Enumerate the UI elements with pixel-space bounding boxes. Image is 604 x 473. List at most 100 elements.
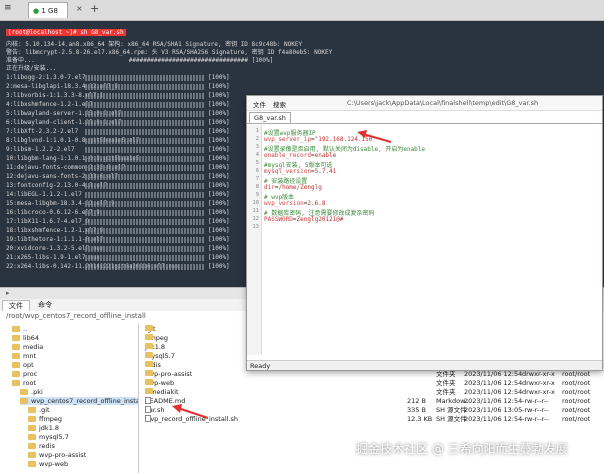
file-perm: drwxr-xr-x <box>522 370 555 378</box>
progress-bar <box>85 264 205 270</box>
folder-icon <box>12 335 20 341</box>
tree-item[interactable]: jdk1.8 <box>28 424 59 432</box>
tab-commands[interactable]: 命令 <box>32 300 58 310</box>
watermark: 掘金技术社区 @ 三希向阳而生蔓勃发展 <box>356 442 568 456</box>
file-perm: drwxr-xr-x <box>522 379 555 387</box>
line-number: 5 <box>255 160 259 166</box>
progress-bar <box>85 111 205 117</box>
folder-icon <box>145 361 153 367</box>
folder-icon <box>28 443 36 449</box>
file-type: 文件夹 <box>436 388 456 396</box>
file-name: wvp-pro-assist <box>145 370 192 379</box>
progress-percent: [100%] <box>208 254 230 261</box>
progress-bar <box>85 201 205 207</box>
expand-icon[interactable]: ▸ <box>6 289 10 297</box>
tree-item[interactable]: .. <box>12 325 27 333</box>
line-number: 8 <box>255 184 259 190</box>
progress-percent: [100%] <box>208 128 230 135</box>
code-value: enable <box>314 152 337 159</box>
folder-icon <box>28 452 36 458</box>
terminal-line: 警告: libmcrypt-2.5.8-26.el7.x86_64.rpm: 头… <box>6 49 333 56</box>
file-icon <box>145 397 151 404</box>
file-name: ffmpeg <box>145 334 168 343</box>
tree-item[interactable]: opt <box>12 361 34 369</box>
progress-percent: [100%] <box>208 245 230 252</box>
file-perm: -rw-r--r-- <box>522 406 549 414</box>
tree-item[interactable]: proc <box>12 370 37 378</box>
line-number: 12 <box>252 216 259 222</box>
tree-item[interactable]: .git <box>28 406 50 414</box>
tree-item[interactable]: .pki <box>20 388 43 396</box>
tree-item[interactable]: lib64 <box>12 334 39 342</box>
tree-item-label: wvp_centos7_record_offline_install <box>31 397 139 405</box>
file-row[interactable]: zlmediakit 文件夹 2023/11/06 12:54 drwxr-xr-x r… <box>139 388 604 397</box>
progress-percent: [100%] <box>208 209 230 216</box>
progress-percent: [100%] <box>208 83 230 90</box>
tab-files[interactable]: 文件 <box>2 300 30 311</box>
progress-bar <box>85 75 205 81</box>
tree-item[interactable]: ffmpeg <box>28 415 62 423</box>
progress-bar <box>85 147 205 153</box>
line-number: 1 <box>255 128 259 134</box>
file-name: .git <box>145 325 156 334</box>
directory-tree[interactable]: .. lib64 media mnt opt proc root .pki wvp_centos… <box>0 323 139 473</box>
folder-icon <box>145 343 153 349</box>
terminal-line: 正在升级/安装... <box>6 65 57 72</box>
tree-item[interactable]: root <box>12 379 36 387</box>
progress-percent: [100%] <box>208 173 230 180</box>
progress-bar <box>85 219 205 225</box>
file-type: 文件夹 <box>436 370 456 378</box>
tree-item-label: jdk1.8 <box>39 424 60 432</box>
file-row[interactable]: wvp-web 文件夹 2023/11/06 12:54 drwxr-xr-x root… <box>139 379 604 388</box>
annotation-arrow-icon <box>357 130 392 143</box>
file-owner: root/root <box>562 397 591 405</box>
folder-icon <box>145 388 153 394</box>
file-date: 2023/11/06 12:54 <box>464 397 523 405</box>
menu-file[interactable]: 文件 <box>253 99 266 109</box>
menu-icon[interactable]: ≡ <box>4 3 12 13</box>
editor-window[interactable]: 文件 搜索 C:\Users\jack\AppData\Local\finals… <box>246 95 603 371</box>
code-value: 2.6.8 <box>307 200 326 207</box>
connected-dot-icon: ● <box>33 7 40 15</box>
file-date: 2023/11/06 12:54 <box>464 370 523 378</box>
tree-item[interactable]: redis <box>28 442 55 450</box>
editor-menubar: 文件 搜索 C:\Users\jack\AppData\Local\finals… <box>247 96 602 111</box>
tree-item[interactable]: wvp-pro-assist <box>28 451 86 459</box>
tree-item-label: .pki <box>31 388 43 396</box>
progress-percent: [100%] <box>208 263 230 270</box>
close-tab-icon[interactable]: × <box>76 4 83 13</box>
session-tab[interactable]: ● 1 G8 <box>28 2 68 18</box>
progress-percent: [100%] <box>208 236 230 243</box>
tree-item-label: .git <box>39 406 50 414</box>
tree-item-label: ffmpeg <box>39 415 63 423</box>
progress-bar <box>85 210 205 216</box>
folder-icon <box>12 353 20 359</box>
progress-percent: [100%] <box>208 101 230 108</box>
file-owner: root/root <box>562 370 591 378</box>
file-icon <box>145 406 151 413</box>
file-date: 2023/11/06 12:54 <box>464 379 523 387</box>
progress-bar <box>85 183 205 189</box>
progress-percent: [100%] <box>208 191 230 198</box>
add-tab-icon[interactable]: + <box>90 2 99 15</box>
file-owner: root/root <box>562 406 591 414</box>
tree-item[interactable]: media <box>12 343 43 351</box>
tree-item[interactable]: wvp_centos7_record_offline_install <box>20 397 139 405</box>
terminal-line: 准备中... #################################… <box>6 57 274 64</box>
terminal-pkg-line: 9:libsm-1.2.2-2.el7 <box>6 146 75 153</box>
folder-icon <box>145 370 153 376</box>
progress-percent: [100%] <box>208 155 230 162</box>
file-row[interactable]: wvp-pro-assist 文件夹 2023/11/06 12:54 drwxr-x… <box>139 370 604 379</box>
tree-item-label: media <box>23 343 44 351</box>
code-line: PASSWORD=Zenglg20121@# <box>264 216 344 223</box>
folder-icon <box>12 326 20 332</box>
line-number-gutter: 1 2 3 4 5 6 7 8 9 10 11 12 13 <box>247 125 262 355</box>
tree-item[interactable]: mysql5.7 <box>28 433 69 441</box>
tree-item[interactable]: mnt <box>12 352 36 360</box>
folder-icon <box>145 325 153 331</box>
progress-bar <box>85 84 205 90</box>
code-key: dir <box>264 184 275 191</box>
tree-item-label: proc <box>23 370 38 378</box>
tree-item[interactable]: wvp-web <box>28 460 68 468</box>
menu-search[interactable]: 搜索 <box>273 99 286 109</box>
